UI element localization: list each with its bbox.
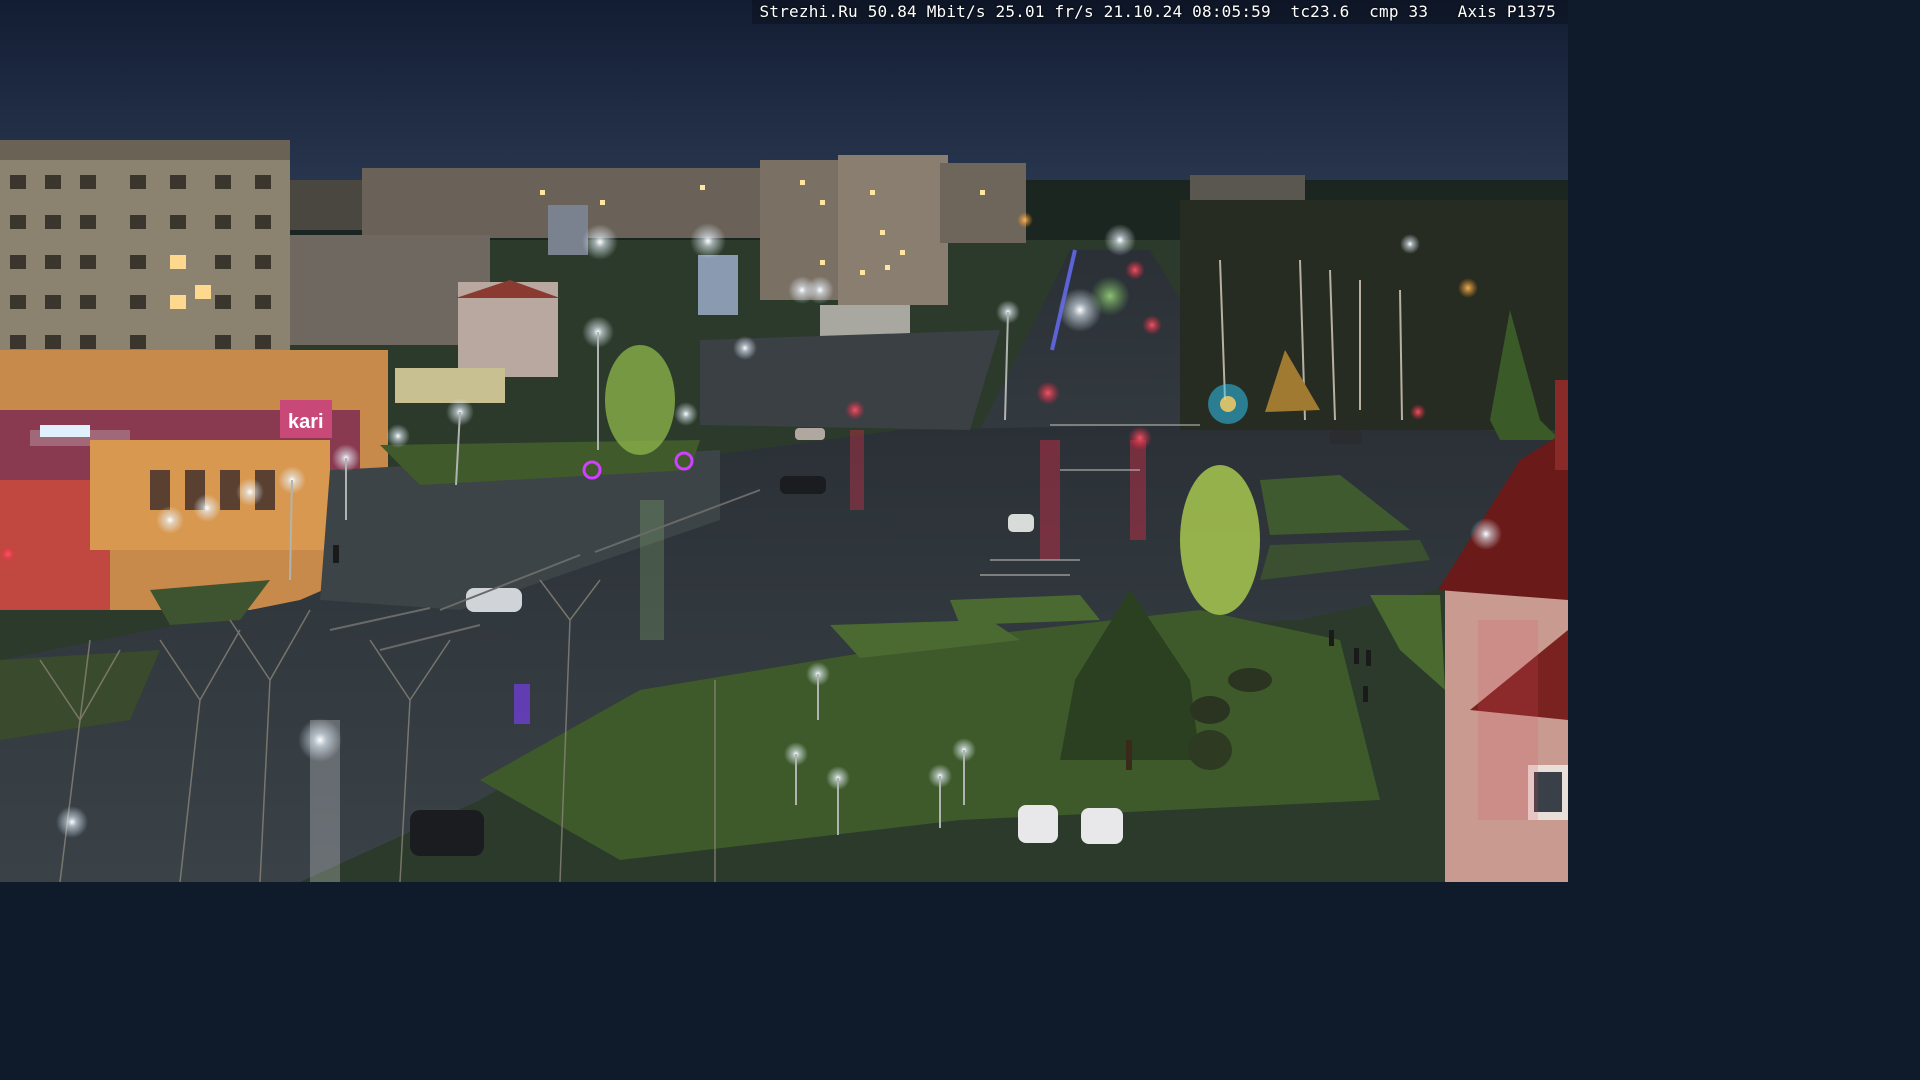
camera-overlay-text: Strezhi.Ru 50.84 Mbit/s 25.01 fr/s 21.10… (751, 0, 1568, 24)
webcam-frame: kari Strezhi.Ru 50.84 Mbit/s 25.01 fr/s … (0, 0, 1568, 882)
store-logo-sign: kari (288, 411, 324, 433)
street-scene: kari (0, 0, 1568, 882)
